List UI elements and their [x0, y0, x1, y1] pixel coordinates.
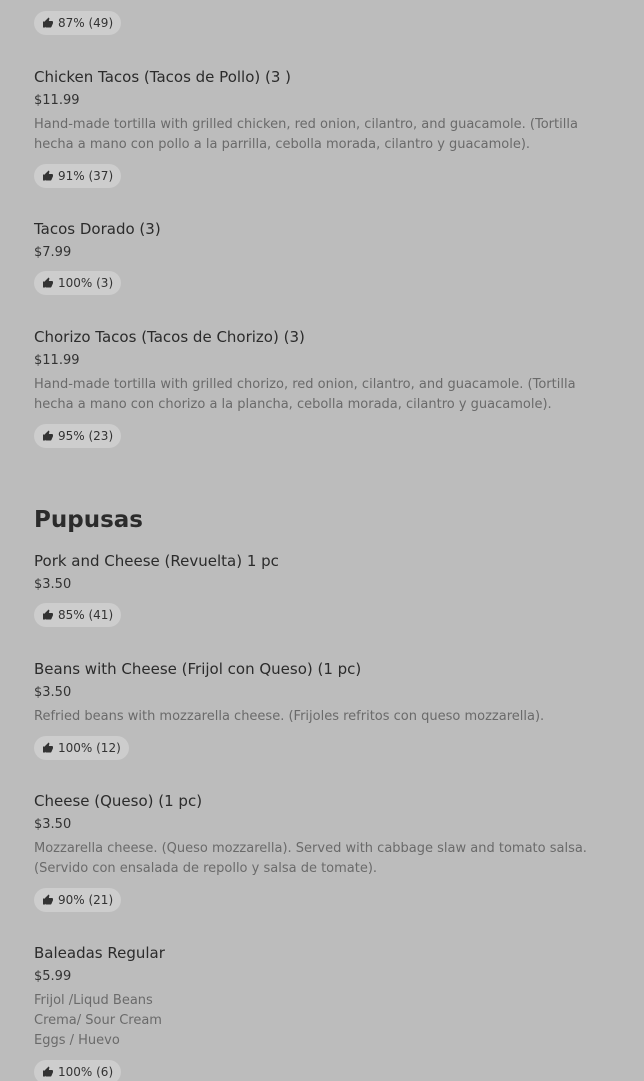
section-title: Pupusas — [34, 507, 143, 533]
menu-item[interactable]: Cheese (Queso) (1 pc) $3.50 Mozzarella c… — [34, 791, 614, 912]
item-description: Refried beans with mozzarella cheese. (F… — [34, 709, 545, 724]
rating-badge: 100% (3) — [34, 271, 122, 295]
menu-item-partial: 87% (49) — [34, 2, 614, 35]
rating-badge: 100% (12) — [34, 736, 129, 760]
thumbs-up-icon — [43, 430, 53, 441]
item-name: Tacos Dorado (3) — [34, 220, 161, 238]
description-line: Frijol /Liqud Beans — [34, 993, 153, 1008]
item-price: $3.50 — [34, 685, 72, 700]
thumbs-up-icon — [43, 17, 53, 28]
menu-item[interactable]: Chicken Tacos (Tacos de Pollo) (3 ) $11.… — [34, 67, 614, 188]
thumbs-up-icon — [43, 277, 53, 288]
item-name: Chorizo Tacos (Tacos de Chorizo) (3) — [34, 328, 305, 346]
item-price: $11.99 — [34, 93, 80, 108]
rating-badge: 90% (21) — [34, 888, 122, 912]
item-price: $11.99 — [34, 353, 80, 368]
menu-item[interactable]: Chorizo Tacos (Tacos de Chorizo) (3) $11… — [34, 327, 614, 448]
item-description: Mozzarella cheese. (Queso mozzarella). S… — [34, 841, 587, 876]
item-description: Hand-made tortilla with grilled chorizo,… — [34, 377, 576, 412]
item-description: Frijol /Liqud Beans Crema/ Sour Cream Eg… — [34, 991, 614, 1051]
menu-item[interactable]: Beans with Cheese (Frijol con Queso) (1 … — [34, 659, 614, 760]
rating-text: 100% (12) — [58, 741, 121, 755]
item-name: Chicken Tacos (Tacos de Pollo) (3 ) — [34, 68, 292, 86]
rating-text: 91% (37) — [58, 169, 114, 183]
item-description: Hand-made tortilla with grilled chicken,… — [34, 117, 578, 152]
thumbs-up-icon — [43, 894, 53, 905]
item-name: Beans with Cheese (Frijol con Queso) (1 … — [34, 660, 362, 678]
thumbs-up-icon — [43, 742, 53, 753]
item-price: $7.99 — [34, 245, 72, 260]
item-price: $3.50 — [34, 577, 72, 592]
description-line: Eggs / Huevo — [34, 1033, 120, 1048]
item-name: Cheese (Queso) (1 pc) — [34, 792, 203, 810]
thumbs-up-icon — [43, 609, 53, 620]
thumbs-up-icon — [43, 170, 53, 181]
rating-text: 95% (23) — [58, 429, 114, 443]
item-name: Baleadas Regular — [34, 944, 165, 962]
rating-text: 90% (21) — [58, 893, 114, 907]
rating-badge: 85% (41) — [34, 603, 122, 627]
rating-badge: 87% (49) — [34, 11, 122, 35]
menu-item[interactable]: Tacos Dorado (3) $7.99 100% (3) — [34, 219, 614, 295]
rating-text: 100% (3) — [58, 276, 114, 290]
item-name: Pork and Cheese (Revuelta) 1 pc — [34, 552, 279, 570]
rating-text: 87% (49) — [58, 16, 114, 30]
description-line: Crema/ Sour Cream — [34, 1013, 162, 1028]
rating-badge: 100% (6) — [34, 1060, 122, 1081]
menu-item[interactable]: Pork and Cheese (Revuelta) 1 pc $3.50 85… — [34, 551, 614, 627]
menu-item[interactable]: Baleadas Regular $5.99 Frijol /Liqud Bea… — [34, 943, 614, 1081]
rating-text: 100% (6) — [58, 1065, 114, 1079]
rating-text: 85% (41) — [58, 608, 114, 622]
item-price: $3.50 — [34, 817, 72, 832]
rating-badge: 95% (23) — [34, 424, 122, 448]
thumbs-up-icon — [43, 1066, 53, 1077]
rating-badge: 91% (37) — [34, 164, 122, 188]
item-price: $5.99 — [34, 969, 72, 984]
